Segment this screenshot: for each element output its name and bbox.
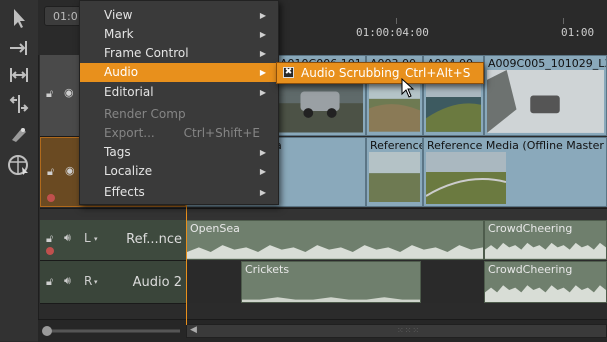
waveform	[485, 285, 606, 302]
razor-tool-icon[interactable]	[6, 122, 32, 146]
menu-item-tags[interactable]: Tags ▶	[80, 143, 276, 162]
submenu-arrow-icon: ▶	[259, 68, 266, 77]
submenu-arrow-icon: ▶	[259, 167, 266, 176]
menu-item-localize[interactable]: Localize ▶	[80, 162, 276, 181]
chevron-down-icon[interactable]: ▾	[94, 278, 98, 286]
horizontal-scrollbar[interactable]: ◀ ⁙⁙⁙	[186, 324, 607, 338]
clip-label: CrowdCheering	[488, 263, 573, 276]
timeline-ruler[interactable]: 01:00:04:00 01:00	[276, 8, 607, 44]
menu-item-view[interactable]: View ▶	[80, 6, 276, 25]
submenu-arrow-icon: ▶	[259, 188, 266, 197]
menu-item-audio[interactable]: Audio ▶	[80, 63, 276, 82]
submenu-arrow-icon: ▶	[259, 88, 266, 97]
lock-icon[interactable]: 🔓︎	[47, 165, 54, 179]
audio-submenu: ✖ Audio Scrubbing Ctrl+Alt+S	[276, 62, 484, 84]
track-name: Audio 2	[132, 275, 182, 290]
clip-label: A009C005_101029_L3	[488, 57, 607, 70]
audio-clip[interactable]: OpenSea	[186, 220, 484, 260]
menu-item-editorial[interactable]: Editorial ▶	[80, 83, 276, 102]
clip-thumbnail	[369, 152, 420, 203]
menu-item-render-comp[interactable]: Render Comp	[80, 105, 276, 124]
speaker-icon[interactable]: 🔊︎	[64, 231, 71, 245]
waveform	[485, 243, 606, 259]
video-clip[interactable]: A009C005_101029_L3	[484, 55, 607, 136]
submenu-arrow-icon: ▶	[259, 30, 266, 39]
video-clip[interactable]: Reference Media (Offline Master	[423, 137, 607, 207]
clip-label: Reference	[370, 139, 423, 152]
menu-item-export[interactable]: Export... Ctrl+Shift+E	[80, 124, 276, 143]
multi-tool-icon[interactable]	[6, 153, 32, 177]
roll-tool-icon[interactable]	[6, 92, 32, 116]
channel-selector[interactable]: L	[84, 231, 91, 245]
select-arrow-icon[interactable]	[6, 6, 32, 30]
audio-clip[interactable]: CrowdCheering	[484, 220, 607, 260]
menu-item-label: Audio Scrubbing	[301, 66, 400, 80]
audio-clip[interactable]: CrowdCheering	[484, 261, 607, 303]
menu-item-effects[interactable]: Effects ▶	[80, 183, 276, 202]
video-clip[interactable]: Reference	[366, 137, 423, 207]
submenu-arrow-icon: ▶	[259, 49, 266, 58]
chevron-down-icon[interactable]: ▾	[94, 235, 98, 243]
menu-item-mark[interactable]: Mark ▶	[80, 25, 276, 44]
waveform	[242, 297, 420, 302]
checkbox-checked-icon: ✖	[283, 67, 294, 78]
slip-tool-icon[interactable]	[6, 36, 32, 60]
clip-label: CrowdCheering	[488, 222, 573, 235]
lock-icon[interactable]: 🔓︎	[46, 87, 53, 101]
clip-label: Crickets	[245, 263, 290, 276]
audio-track-2-lane[interactable]: Crickets CrowdCheering	[186, 261, 607, 303]
channel-selector[interactable]: R	[84, 274, 92, 288]
ruler-label: 01:00:04:00	[356, 26, 429, 39]
audio-track-1-lane[interactable]: OpenSea CrowdCheering	[186, 220, 607, 260]
clip-label: Reference Media (Offline Master	[427, 139, 604, 152]
scroll-left-icon[interactable]: ◀	[190, 325, 197, 335]
scroll-grip-icon[interactable]: ⁙⁙⁙	[397, 326, 420, 335]
audio-clip[interactable]: Crickets	[241, 261, 421, 303]
submenu-arrow-icon: ▶	[259, 148, 266, 157]
menu-shortcut: Ctrl+Shift+E	[183, 126, 260, 140]
range-tool-icon[interactable]	[6, 63, 32, 87]
eye-icon[interactable]: ◉	[65, 164, 75, 177]
menu-item-frame-control[interactable]: Frame Control ▶	[80, 44, 276, 63]
ruler-label: 01:00	[561, 26, 595, 39]
mouse-cursor-icon	[401, 78, 415, 98]
zoom-slider[interactable]	[40, 326, 186, 336]
track-name: Ref...nce	[126, 232, 182, 247]
audio-track-1-header[interactable]: 🔓︎ 🔊︎ L ▾ Ref...nce	[40, 220, 186, 261]
waveform	[187, 245, 483, 259]
audio-track-2-header[interactable]: 🔓︎ 🔊︎ R ▾ Audio 2	[40, 261, 186, 304]
record-icon[interactable]	[46, 247, 54, 255]
lock-icon[interactable]: 🔓︎	[46, 232, 53, 246]
eye-icon[interactable]: ◉	[64, 86, 74, 99]
submenu-arrow-icon: ▶	[259, 11, 266, 20]
lock-icon[interactable]: 🔓︎	[46, 275, 53, 289]
context-menu: View ▶ Mark ▶ Frame Control ▶ Audio ▶ Editor…	[79, 0, 279, 205]
clip-thumbnail	[426, 152, 506, 204]
tool-palette	[0, 0, 39, 341]
record-icon[interactable]	[47, 194, 55, 202]
speaker-icon[interactable]: 🔊︎	[64, 274, 71, 288]
clip-thumbnail	[487, 70, 604, 133]
menu-item-audio-scrubbing[interactable]: ✖ Audio Scrubbing Ctrl+Alt+S	[277, 63, 483, 83]
clip-label: OpenSea	[190, 222, 240, 235]
